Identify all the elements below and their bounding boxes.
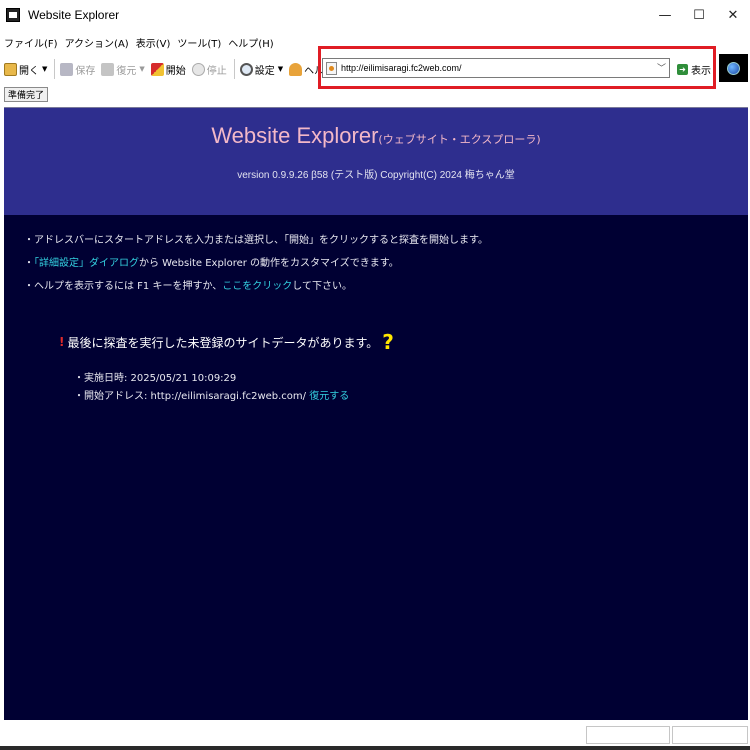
menu-tools[interactable]: ツール(T)	[177, 35, 221, 50]
close-button[interactable]: ✕	[716, 0, 750, 30]
restore-link[interactable]: 復元する	[309, 391, 349, 402]
content-panel: Website Explorer(ウェブサイト・エクスプローラ) version…	[4, 107, 748, 720]
settings-label: 設定	[254, 65, 275, 77]
heading-main: Website Explorer	[211, 123, 379, 148]
magnifier-icon	[239, 62, 253, 76]
toolbar-separator	[233, 59, 235, 79]
status-pane	[672, 726, 748, 744]
stop-label: 停止	[206, 65, 227, 77]
go-label: 表示	[691, 65, 711, 77]
title-bar: Website Explorer — ☐ ✕	[0, 0, 750, 30]
toolbar-separator	[54, 59, 56, 79]
notice-text: 最後に探査を実行した未登録のサイトデータがあります。	[67, 335, 379, 350]
unsaved-data-notice: ! 最後に探査を実行した未登録のサイトデータがあります。 ?	[59, 330, 394, 354]
start-flag-icon	[150, 62, 164, 76]
detail-settings-link[interactable]: 「詳細設定」ダイアログ	[34, 258, 139, 269]
page-icon	[326, 61, 337, 75]
instruction-line: ・「詳細設定」ダイアログから Website Explorer の動作をカスタマ…	[24, 256, 488, 279]
open-label: 開く	[19, 65, 39, 77]
window-title: Website Explorer	[28, 8, 120, 22]
menu-help[interactable]: ヘルプ(H)	[228, 35, 273, 50]
help-link[interactable]: ここをクリック	[222, 281, 292, 292]
start-address-line: ・開始アドレス: http://eilimisaragi.fc2web.com/…	[74, 390, 349, 408]
window-controls: — ☐ ✕	[648, 0, 750, 30]
folder-open-icon	[4, 62, 17, 76]
help-person-icon	[289, 62, 303, 76]
header-banner: Website Explorer(ウェブサイト・エクスプローラ) version…	[4, 108, 748, 215]
settings-button[interactable]: 設定 ▼	[239, 58, 283, 80]
address-input[interactable]	[341, 63, 651, 73]
restore-icon	[101, 62, 115, 76]
instruction-text: して下さい。	[292, 281, 352, 292]
maximize-button[interactable]: ☐	[682, 0, 716, 30]
question-icon[interactable]: ?	[382, 330, 394, 354]
menu-file[interactable]: ファイル(F)	[4, 35, 58, 50]
address-bar[interactable]: ﹀	[322, 58, 670, 78]
globe-icon	[727, 61, 740, 75]
address-dropdown-icon[interactable]: ﹀	[657, 61, 666, 74]
start-address: ・開始アドレス: http://eilimisaragi.fc2web.com/	[74, 391, 310, 402]
status-pane	[586, 726, 670, 744]
instruction-text: から Website Explorer の動作をカスタマイズできます。	[139, 258, 399, 269]
status-row: 準備完了	[0, 86, 750, 104]
restore-dropdown-icon[interactable]: ▼	[139, 65, 144, 73]
stop-icon	[191, 62, 205, 76]
open-button[interactable]: 開く ▼	[4, 58, 47, 80]
session-details: ・実施日時: 2025/05/21 10:09:29 ・開始アドレス: http…	[74, 372, 349, 408]
restore-button[interactable]: 復元 ▼	[101, 58, 145, 80]
go-arrow-icon: ➜	[677, 63, 688, 75]
instruction-line: ・ヘルプを表示するには F1 キーを押すか、ここをクリックして下さい。	[24, 279, 488, 302]
restore-label: 復元	[116, 65, 137, 77]
version-text: version 0.9.9.26 β58 (テスト版) Copyright(C)…	[237, 170, 515, 181]
bullet-mark: ・	[24, 258, 34, 269]
instruction-line: ・アドレスバーにスタートアドレスを入力または選択し、「開始」をクリックすると探査…	[24, 235, 488, 246]
go-button[interactable]: ➜ 表示	[677, 60, 711, 78]
floppy-icon	[60, 62, 74, 76]
settings-dropdown-icon[interactable]: ▼	[278, 65, 283, 73]
taskbar-strip	[0, 746, 750, 750]
execution-date: ・実施日時: 2025/05/21 10:09:29	[74, 373, 237, 384]
save-button[interactable]: 保存	[60, 58, 95, 80]
stop-button[interactable]: 停止	[191, 58, 227, 80]
save-label: 保存	[75, 65, 96, 77]
menu-view[interactable]: 表示(V)	[136, 35, 171, 50]
minimize-button[interactable]: —	[648, 0, 682, 30]
menu-action[interactable]: アクション(A)	[65, 35, 129, 50]
start-button[interactable]: 開始	[150, 58, 186, 80]
instruction-text: ・ヘルプを表示するには F1 キーを押すか、	[24, 281, 223, 292]
globe-status	[719, 54, 748, 82]
app-heading: Website Explorer(ウェブサイト・エクスプローラ)	[4, 123, 748, 149]
instructions: ・アドレスバーにスタートアドレスを入力または選択し、「開始」をクリックすると探査…	[24, 233, 488, 302]
status-button[interactable]: 準備完了	[4, 87, 49, 102]
heading-sub: (ウェブサイト・エクスプローラ)	[378, 133, 541, 146]
warning-icon: !	[59, 335, 65, 349]
app-icon	[6, 8, 20, 22]
open-dropdown-icon[interactable]: ▼	[42, 65, 47, 73]
start-label: 開始	[165, 65, 186, 77]
